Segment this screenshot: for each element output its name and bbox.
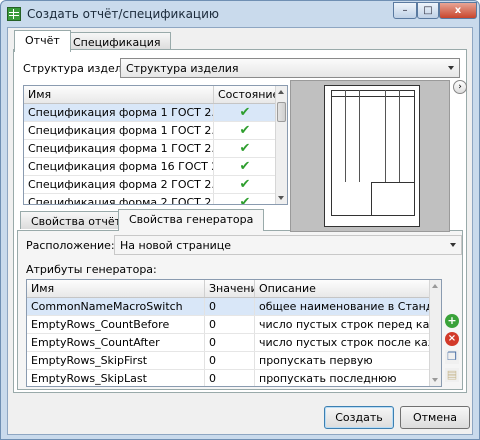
attribute-value-cell[interactable]: 0 bbox=[205, 352, 255, 369]
check-icon: ✔ bbox=[214, 158, 277, 175]
table-row[interactable]: CommonNameMacroSwitch 0 общее наименование… bbox=[27, 298, 431, 316]
reports-grid-body: Спецификация форма 1 ГОСТ 2.106-96✔Специ… bbox=[24, 104, 277, 204]
attribute-value-cell[interactable]: 0 bbox=[205, 370, 255, 386]
check-icon: ✔ bbox=[214, 122, 277, 139]
attribute-description-cell: пропускать последнюю bbox=[255, 370, 431, 386]
attribute-description-cell: число пустых строк перед каждым эле bbox=[255, 316, 431, 333]
window-title: Создать отчёт/спецификацию bbox=[27, 7, 219, 21]
maximize-button[interactable]: □ bbox=[417, 2, 439, 19]
column-header-description[interactable]: Описание bbox=[255, 280, 431, 297]
structure-select-value: Структура изделия bbox=[126, 62, 239, 75]
chevron-down-icon bbox=[448, 66, 454, 70]
scroll-down-icon[interactable] bbox=[432, 378, 438, 382]
table-row[interactable]: Спецификация форма 2 ГОСТ 2.113-75✔ bbox=[24, 194, 277, 204]
table-row[interactable]: EmptyRows_SkipFirst 0 пропускать первую bbox=[27, 352, 431, 370]
check-icon: ✔ bbox=[214, 194, 277, 204]
attributes-label: Атрибуты генератора: bbox=[26, 263, 157, 276]
attribute-description-cell: число пустых строк после каждого эле bbox=[255, 334, 431, 351]
next-page-icon[interactable]: › bbox=[453, 80, 467, 94]
reports-grid-header: Имя Состояние bbox=[24, 86, 277, 104]
tab-generator-properties[interactable]: Свойства генератора bbox=[118, 209, 265, 231]
scroll-down-icon[interactable] bbox=[278, 196, 284, 200]
attribute-name-cell: CommonNameMacroSwitch bbox=[27, 298, 205, 315]
structure-select[interactable]: Структура изделия bbox=[120, 58, 460, 78]
attribute-value-cell[interactable]: 0 bbox=[205, 334, 255, 351]
check-icon: ✔ bbox=[214, 104, 277, 121]
attribute-name-cell: EmptyRows_CountBefore bbox=[27, 316, 205, 333]
attribute-description-cell: пропускать первую bbox=[255, 352, 431, 369]
attribute-value-cell[interactable]: 0 bbox=[205, 298, 255, 315]
dialog-body: Отчёт Спецификация Структура изделия: Ст… bbox=[7, 27, 473, 435]
copy-icon[interactable]: ❐ bbox=[445, 350, 459, 364]
table-row[interactable]: Спецификация форма 2 ГОСТ 2.106-96✔ bbox=[24, 176, 277, 194]
location-label: Расположение: bbox=[26, 239, 115, 252]
report-name-cell: Спецификация форма 2 ГОСТ 2.106-96 bbox=[24, 176, 214, 193]
preview-title-block bbox=[371, 182, 415, 216]
report-name-cell: Спецификация форма 1 ГОСТ 2.106-96 bbox=[24, 104, 214, 121]
dialog-window: Создать отчёт/спецификацию – □ x Отчёт С… bbox=[0, 0, 480, 440]
location-select-value: На новой странице bbox=[120, 239, 232, 252]
scroll-up-icon[interactable] bbox=[432, 284, 438, 288]
tab-specification[interactable]: Спецификация bbox=[62, 32, 172, 50]
column-header-value[interactable]: Значение bbox=[205, 280, 255, 297]
table-row[interactable]: EmptyRows_CountAfter 0 число пустых строк … bbox=[27, 334, 431, 352]
table-row[interactable]: Спецификация форма 1 ГОСТ 2.106-96 дл✔ bbox=[24, 122, 277, 140]
table-icon bbox=[7, 7, 21, 21]
page-preview bbox=[290, 80, 450, 232]
attribute-name-cell: EmptyRows_SkipFirst bbox=[27, 352, 205, 369]
delete-attribute-button[interactable]: × bbox=[445, 332, 459, 346]
attribute-name-cell: EmptyRows_SkipLast bbox=[27, 370, 205, 386]
close-button[interactable]: x bbox=[439, 2, 477, 19]
attribute-name-cell: EmptyRows_CountAfter bbox=[27, 334, 205, 351]
paste-icon: ▤ bbox=[445, 368, 459, 382]
cancel-button[interactable]: Отмена bbox=[400, 406, 470, 429]
scroll-thumb[interactable] bbox=[277, 102, 286, 122]
add-attribute-button[interactable]: + bbox=[445, 314, 459, 328]
location-select[interactable]: На новой странице bbox=[114, 235, 462, 255]
column-header-status[interactable]: Состояние bbox=[214, 86, 277, 103]
report-name-cell: Спецификация форма 1 ГОСТ 2.106-96 дл bbox=[24, 122, 214, 139]
title-bar[interactable]: Создать отчёт/спецификацию – □ x bbox=[1, 1, 479, 27]
generator-panel: Расположение: На новой странице Атрибуты… bbox=[17, 230, 463, 390]
check-icon: ✔ bbox=[214, 176, 277, 193]
attribute-value-cell[interactable]: 0 bbox=[205, 316, 255, 333]
report-name-cell: Спецификация форма 2 ГОСТ 2.113-75 bbox=[24, 194, 214, 204]
create-button[interactable]: Создать bbox=[324, 406, 394, 429]
reports-grid[interactable]: Имя Состояние Спецификация форма 1 ГОСТ … bbox=[23, 85, 288, 205]
report-name-cell: Спецификация форма 1 ГОСТ 2.113-75 bbox=[24, 140, 214, 157]
check-icon: ✔ bbox=[214, 140, 277, 157]
report-name-cell: Спецификация форма 16 ГОСТ 2.113-75 bbox=[24, 158, 214, 175]
table-row[interactable]: EmptyRows_CountBefore 0 число пустых строк… bbox=[27, 316, 431, 334]
attributes-scrollbar[interactable] bbox=[429, 280, 441, 386]
table-row[interactable]: EmptyRows_SkipLast 0 пропускать последнюю bbox=[27, 370, 431, 386]
tab-report[interactable]: Отчёт bbox=[14, 30, 71, 52]
minimize-button[interactable]: – bbox=[393, 2, 417, 19]
attributes-grid-body: CommonNameMacroSwitch 0 общее наименование… bbox=[27, 298, 431, 386]
table-row[interactable]: Спецификация форма 1 ГОСТ 2.113-75✔ bbox=[24, 140, 277, 158]
column-header-name[interactable]: Имя bbox=[27, 280, 205, 297]
scroll-up-icon[interactable] bbox=[278, 90, 284, 94]
table-row[interactable]: Спецификация форма 16 ГОСТ 2.113-75✔ bbox=[24, 158, 277, 176]
attributes-grid[interactable]: Имя Значение Описание CommonNameMacroSwi… bbox=[26, 279, 442, 387]
reports-scrollbar[interactable] bbox=[275, 86, 287, 204]
column-header-name[interactable]: Имя bbox=[24, 86, 214, 103]
attribute-description-cell: общее наименование в Стандартных и bbox=[255, 298, 431, 315]
attributes-grid-header: Имя Значение Описание bbox=[27, 280, 431, 298]
preview-sheet bbox=[324, 85, 420, 227]
table-row[interactable]: Спецификация форма 1 ГОСТ 2.106-96✔ bbox=[24, 104, 277, 122]
chevron-down-icon bbox=[450, 243, 456, 247]
